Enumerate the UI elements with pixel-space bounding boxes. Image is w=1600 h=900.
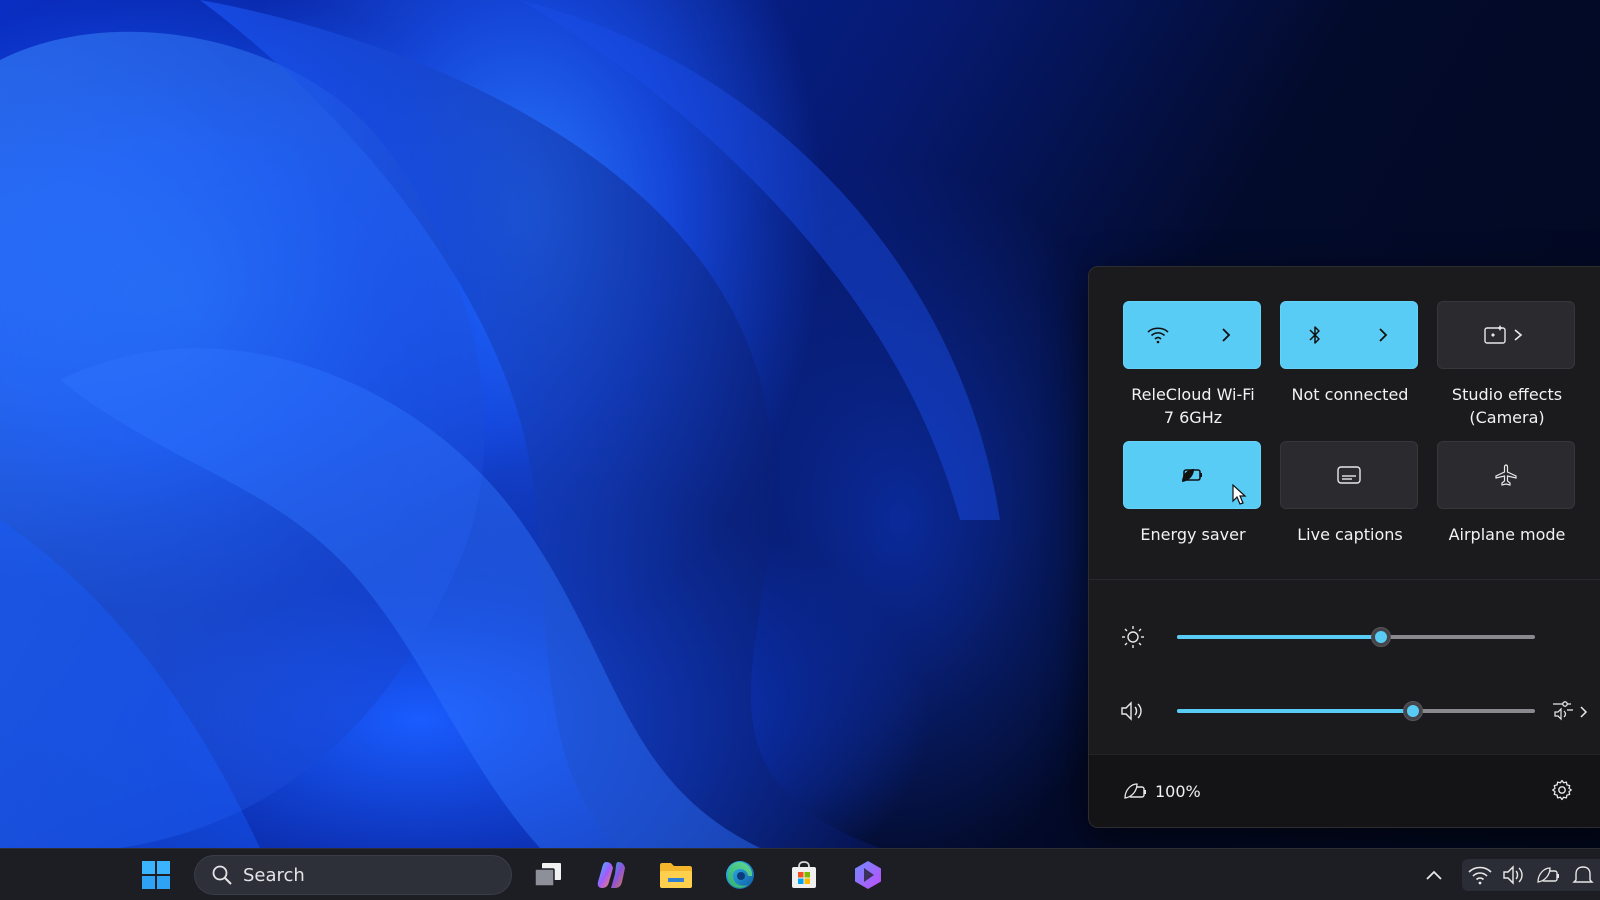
tile-wifi: ReleCloud Wi-Fi 7 6GHz xyxy=(1123,301,1263,429)
wifi-icon xyxy=(1468,866,1492,885)
brightness-slider-thumb[interactable] xyxy=(1371,627,1392,647)
bluetooth-toggle-button[interactable] xyxy=(1280,301,1418,369)
system-tray xyxy=(1420,859,1448,891)
store-button[interactable] xyxy=(786,857,822,893)
wifi-chevron-right-icon[interactable] xyxy=(1192,302,1260,368)
studio-effects-label: Studio effects (Camera) xyxy=(1437,383,1577,429)
brightness-slider[interactable] xyxy=(1177,627,1535,647)
start-icon xyxy=(142,861,170,889)
chevron-up-icon xyxy=(1426,870,1442,880)
taskbar: Search xyxy=(0,848,1600,900)
bluetooth-label-line1: Not connected xyxy=(1291,385,1409,404)
studio-label-line2: (Camera) xyxy=(1469,408,1545,427)
tile-studio-effects: Studio effects (Camera) xyxy=(1437,301,1577,429)
tile-live-captions: Live captions xyxy=(1280,441,1420,546)
volume-slider-fill xyxy=(1177,709,1414,713)
battery-status[interactable]: 100% xyxy=(1123,781,1201,801)
copilot-icon xyxy=(597,862,625,888)
wifi-label-line1: ReleCloud Wi-Fi xyxy=(1131,385,1255,404)
task-view-button[interactable] xyxy=(530,857,566,893)
bluetooth-icon[interactable] xyxy=(1281,302,1349,368)
gear-icon xyxy=(1552,779,1572,801)
tile-airplane-mode: Airplane mode xyxy=(1437,441,1577,546)
wifi-toggle-button[interactable] xyxy=(1123,301,1261,369)
audio-output-icon xyxy=(1553,701,1588,721)
studio-label-line1: Studio effects xyxy=(1451,385,1563,404)
speaker-icon[interactable] xyxy=(1119,699,1147,723)
task-view-icon xyxy=(534,863,561,887)
volume-slider[interactable] xyxy=(1177,701,1535,721)
show-hidden-icons-button[interactable] xyxy=(1420,859,1448,891)
wifi-label-line2: 7 6GHz xyxy=(1163,408,1223,427)
airplane-mode-label: Airplane mode xyxy=(1448,525,1566,544)
copilot-button[interactable] xyxy=(594,857,630,893)
studio-effects-button[interactable] xyxy=(1437,301,1575,369)
app-button[interactable] xyxy=(850,857,886,893)
airplane-mode-button[interactable] xyxy=(1437,441,1575,509)
file-explorer-icon xyxy=(660,863,692,888)
bluetooth-label: Not connected xyxy=(1280,383,1420,406)
quick-settings-footer: 100% xyxy=(1089,754,1600,827)
live-captions-icon xyxy=(1337,466,1361,484)
live-captions-label: Live captions xyxy=(1297,525,1403,544)
studio-effects-icon xyxy=(1484,325,1523,344)
speaker-icon xyxy=(1503,865,1523,885)
live-captions-button[interactable] xyxy=(1280,441,1418,509)
battery-leaf-icon xyxy=(1124,783,1146,799)
wifi-icon[interactable] xyxy=(1124,302,1192,368)
wifi-label: ReleCloud Wi-Fi 7 6GHz xyxy=(1123,383,1263,429)
search-placeholder: Search xyxy=(243,864,305,886)
battery-percent: 100% xyxy=(1155,781,1201,801)
divider xyxy=(1089,579,1600,580)
battery-leaf-icon xyxy=(1537,867,1559,883)
audio-output-button[interactable] xyxy=(1551,697,1591,725)
taskbar-search-box[interactable]: Search xyxy=(194,855,512,895)
brightness-icon xyxy=(1119,625,1147,649)
quick-settings-panel: ReleCloud Wi-Fi 7 6GHz Not connected Stu… xyxy=(1088,266,1600,828)
edge-button[interactable] xyxy=(722,857,758,893)
store-icon xyxy=(792,861,816,888)
energy-saver-icon xyxy=(1182,469,1202,482)
airplane-icon xyxy=(1495,464,1517,486)
tile-energy-saver: Energy saver xyxy=(1123,441,1263,546)
search-icon xyxy=(212,865,232,885)
brightness-slider-fill xyxy=(1177,635,1382,639)
bluetooth-chevron-right-icon[interactable] xyxy=(1349,302,1417,368)
start-button[interactable] xyxy=(138,857,174,893)
tile-bluetooth: Not connected xyxy=(1280,301,1420,406)
energy-saver-label: Energy saver xyxy=(1140,525,1246,544)
volume-slider-thumb[interactable] xyxy=(1403,701,1424,721)
app-icon xyxy=(855,861,881,889)
mouse-cursor-icon xyxy=(1232,484,1247,505)
edge-icon xyxy=(726,861,754,889)
notification-icon xyxy=(1572,866,1594,883)
energy-saver-button[interactable] xyxy=(1123,441,1261,509)
brightness-slider-row xyxy=(1119,617,1589,657)
network-volume-battery-group[interactable] xyxy=(1462,859,1600,891)
settings-button[interactable] xyxy=(1551,779,1573,805)
file-explorer-button[interactable] xyxy=(658,857,694,893)
volume-slider-row xyxy=(1119,691,1589,731)
